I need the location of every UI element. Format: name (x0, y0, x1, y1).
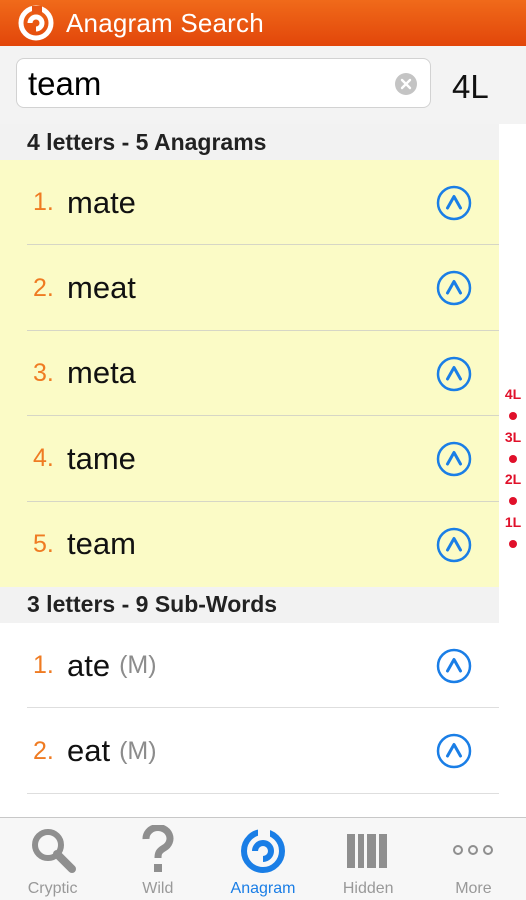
item-number: 4. (33, 444, 54, 473)
list-item[interactable]: 2. meat (0, 245, 499, 332)
tab-label: Hidden (342, 880, 394, 897)
expand-icon[interactable] (435, 269, 473, 307)
item-tag: (M) (119, 651, 157, 680)
tab-anagram[interactable]: Anagram (210, 818, 315, 900)
anagram-swirl-icon (236, 825, 290, 875)
tab-more[interactable]: More (421, 818, 526, 900)
index-dot (509, 497, 517, 505)
tab-label: Anagram (230, 880, 296, 897)
hidden-bars-icon (341, 825, 395, 875)
list-item[interactable]: 4. tame (0, 416, 499, 502)
more-dots-icon (446, 825, 500, 875)
section-header-4-letters: 4 letters - 5 Anagrams (0, 124, 499, 160)
index-label: 4L (504, 386, 522, 402)
expand-icon[interactable] (435, 732, 473, 770)
index-item-2l[interactable]: 2L (500, 469, 526, 512)
item-word: team (67, 526, 136, 562)
expand-icon[interactable] (435, 440, 473, 478)
list-item[interactable]: 3. meta (0, 331, 499, 417)
anagram-logo-icon (16, 3, 56, 43)
item-number: 2. (33, 273, 54, 302)
tab-label: More (455, 880, 492, 897)
expand-icon[interactable] (435, 184, 473, 222)
item-word: meat (67, 270, 136, 306)
list-item[interactable]: 2. eat (M) (0, 708, 499, 795)
index-label: 2L (504, 471, 522, 487)
item-number: 1. (33, 188, 54, 217)
question-mark-icon (131, 825, 185, 875)
item-number: 3. (33, 358, 54, 387)
item-word: meta (67, 355, 136, 391)
index-item-1l[interactable]: 1L (500, 512, 526, 555)
expand-icon[interactable] (435, 355, 473, 393)
app-header: Anagram Search (0, 0, 526, 46)
tab-label: Cryptic (27, 880, 78, 897)
page-title: Anagram Search (66, 7, 264, 38)
index-dot (509, 539, 517, 548)
index-label: 1L (504, 513, 522, 530)
item-number: 5. (33, 529, 54, 558)
item-word: mate (67, 184, 136, 220)
clear-icon[interactable] (394, 72, 418, 96)
item-word: ate (67, 647, 111, 683)
index-item-3l[interactable]: 3L (500, 427, 526, 470)
search-input[interactable] (28, 65, 388, 103)
index-item-4l[interactable]: 4L (500, 384, 526, 427)
tab-label: Wild (142, 880, 174, 897)
item-tag: (M) (119, 736, 157, 765)
expand-icon[interactable] (435, 526, 473, 564)
item-number: 1. (33, 651, 54, 680)
item-number: 2. (33, 736, 54, 765)
results-list[interactable]: 4 letters - 5 Anagrams 1. mate 2. meat 3… (0, 124, 499, 816)
index-dot (509, 412, 517, 420)
tab-cryptic[interactable]: Cryptic (0, 818, 105, 900)
magnifier-icon (26, 825, 80, 875)
list-item[interactable]: 1. mate (0, 160, 499, 246)
section-index[interactable]: 4L 3L 2L 1L (500, 384, 526, 554)
list-item[interactable]: 1. ate (M) (0, 623, 499, 709)
word-length-label: 4L (452, 68, 489, 105)
subword-group: 1. ate (M) 2. eat (M) (0, 623, 499, 816)
search-field[interactable] (16, 58, 431, 108)
search-bar: 4L (0, 46, 526, 124)
tab-wild[interactable]: Wild (105, 818, 210, 900)
index-dot (509, 454, 517, 463)
list-item[interactable]: 5. team (0, 502, 499, 587)
section-header-3-letters: 3 letters - 9 Sub-Words (0, 586, 499, 623)
index-label: 3L (504, 428, 522, 445)
list-item[interactable] (0, 794, 499, 816)
tab-bar: Cryptic Wild Anagram Hidden More (0, 817, 526, 900)
anagram-group: 1. mate 2. meat 3. meta 4. tame 5. team (0, 160, 499, 587)
item-word: eat (67, 733, 111, 769)
tab-hidden[interactable]: Hidden (316, 818, 421, 900)
item-word: tame (67, 440, 136, 476)
expand-icon[interactable] (435, 647, 473, 685)
